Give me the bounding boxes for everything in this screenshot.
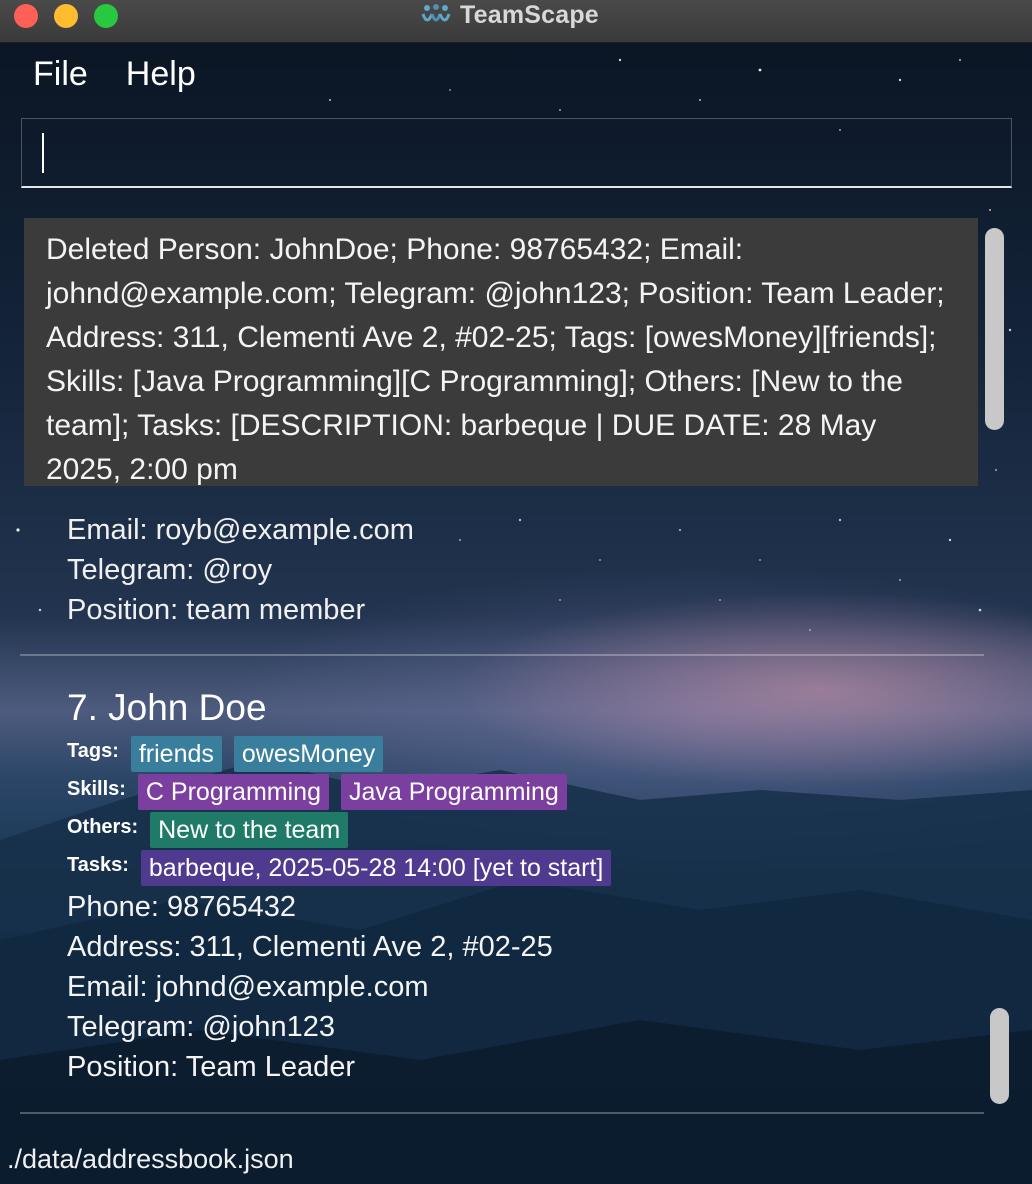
command-input[interactable] [22, 119, 1011, 186]
card-divider [20, 654, 984, 656]
person-position: Position: team member [67, 594, 366, 626]
person-card-partial[interactable]: Email: royb@example.com Telegram: @roy P… [67, 510, 414, 630]
app-title: TeamScape [460, 0, 599, 29]
person-card[interactable]: 7. John Doe Tags: friends owesMoney Skil… [67, 685, 967, 1087]
person-address: Address: 311, Clementi Ave 2, #02-25 [67, 931, 553, 963]
teamscape-people-icon [421, 4, 451, 22]
command-box[interactable] [21, 118, 1012, 188]
tasks-label: Tasks: [67, 853, 129, 876]
tag-chip: owesMoney [233, 736, 384, 772]
skill-chip: Java Programming [340, 774, 567, 810]
text-caret [42, 133, 44, 173]
status-bar-path: ./data/addressbook.json [7, 1144, 294, 1174]
tasks-row: Tasks: barbeque, 2025-05-28 14:00 [yet t… [67, 849, 967, 887]
result-message: Deleted Person: JohnDoe; Phone: 98765432… [46, 233, 945, 486]
app-window: TeamScape File Help Deleted Person: John… [0, 0, 1032, 1184]
menu-bar: File Help [0, 50, 216, 98]
person-email: Email: royb@example.com [67, 514, 414, 546]
close-window-button[interactable] [14, 4, 38, 28]
card-divider [20, 1112, 984, 1114]
person-telegram: Telegram: @john123 [67, 1011, 336, 1043]
person-list[interactable]: Email: royb@example.com Telegram: @roy P… [0, 500, 1032, 1130]
window-title: TeamScape [420, 0, 599, 30]
skills-label: Skills: [67, 777, 126, 800]
minimize-window-button[interactable] [54, 4, 78, 28]
menu-file[interactable]: File [0, 50, 108, 98]
person-phone: Phone: 98765432 [67, 891, 296, 923]
skill-chip: C Programming [137, 774, 329, 810]
title-bar: TeamScape [0, 0, 1032, 43]
person-position: Position: Team Leader [67, 1051, 356, 1083]
skills-row: Skills: C Programming Java Programming [67, 773, 967, 811]
person-telegram: Telegram: @roy [67, 554, 273, 586]
person-email: Email: johnd@example.com [67, 971, 429, 1003]
others-row: Others: New to the team [67, 811, 967, 849]
task-chip: barbeque, 2025-05-28 14:00 [yet to start… [140, 850, 612, 886]
person-name: 7. John Doe [67, 687, 267, 728]
result-scrollbar-thumb[interactable] [985, 228, 1004, 430]
result-display: Deleted Person: JohnDoe; Phone: 98765432… [24, 218, 978, 486]
list-scrollbar-thumb[interactable] [990, 1008, 1009, 1104]
zoom-window-button[interactable] [94, 4, 118, 28]
tags-label: Tags: [67, 739, 119, 762]
others-label: Others: [67, 815, 139, 838]
other-chip: New to the team [150, 812, 349, 848]
tag-chip: friends [130, 736, 222, 772]
menu-help[interactable]: Help [108, 50, 216, 98]
tags-row: Tags: friends owesMoney [67, 735, 967, 773]
